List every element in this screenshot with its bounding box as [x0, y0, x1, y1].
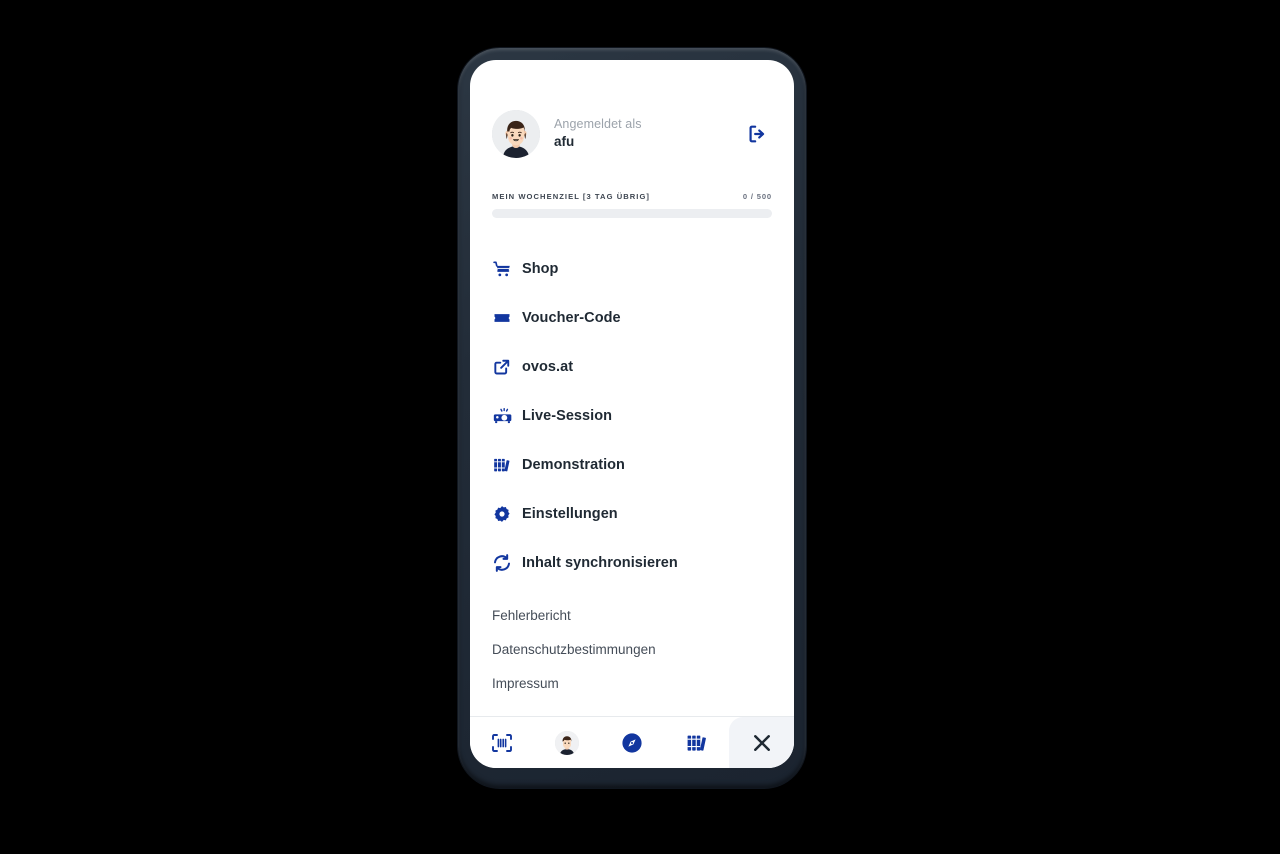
- close-icon: [753, 734, 770, 751]
- logout-button[interactable]: [742, 119, 772, 149]
- username: afu: [554, 134, 575, 150]
- weekly-goal-progressbar: [492, 209, 772, 218]
- legal-link-datenschutzbestimmungen[interactable]: Datenschutzbestimmungen: [470, 633, 794, 667]
- weekly-goal-label: MEIN WOCHENZIEL [3 TAG ÜBRIG]: [492, 192, 650, 201]
- legal-links: Fehlerbericht Datenschutzbestimmungen Im…: [470, 587, 794, 711]
- menu-item-demonstration[interactable]: Demonstration: [470, 440, 794, 489]
- phone-screen: Angemeldet als afu MEIN WOCHENZIEL [3 TA…: [470, 60, 794, 768]
- menu-item-label: Live-Session: [522, 407, 613, 424]
- nav-button-close[interactable]: [729, 717, 794, 768]
- sync-icon: [492, 551, 522, 575]
- menu-item-label: Einstellungen: [522, 505, 618, 522]
- ticket-icon: [492, 306, 522, 330]
- menu-item-ovos-at[interactable]: ovos.at: [470, 342, 794, 391]
- weekly-goal-count: 0 / 500: [742, 192, 772, 201]
- legal-link-impressum[interactable]: Impressum: [470, 667, 794, 701]
- menu-item-live-session[interactable]: Live-Session: [470, 391, 794, 440]
- avatar-icon: [555, 730, 580, 755]
- projector-icon: [492, 404, 522, 428]
- nav-button-library[interactable]: [664, 717, 729, 768]
- compass-icon: [622, 732, 642, 753]
- external-link-icon: [492, 355, 522, 379]
- menu-item-shop[interactable]: Shop: [470, 244, 794, 293]
- main-menu: Shop Voucher-Code ovos.at Live-Session D…: [470, 218, 794, 716]
- barcode-scan-icon: [492, 733, 513, 752]
- nav-button-profile[interactable]: [535, 717, 600, 768]
- weekly-goal-section: MEIN WOCHENZIEL [3 TAG ÜBRIG] 0 / 500: [470, 170, 794, 218]
- gear-icon: [492, 502, 522, 526]
- legal-link-fehlerbericht[interactable]: Fehlerbericht: [470, 599, 794, 633]
- menu-item-voucher-code[interactable]: Voucher-Code: [470, 293, 794, 342]
- menu-item-label: Voucher-Code: [522, 309, 621, 326]
- logged-in-label: Angemeldet als: [554, 116, 642, 131]
- menu-item-inhalt-synchronisieren[interactable]: Inhalt synchronisieren: [470, 538, 794, 587]
- user-avatar-icon: [492, 110, 540, 158]
- menu-item-label: ovos.at: [522, 358, 574, 375]
- books-icon: [687, 735, 706, 751]
- bottom-navigation-bar: [470, 716, 794, 768]
- menu-item-label: Inhalt synchronisieren: [522, 554, 678, 571]
- account-text: Angemeldet als afu: [554, 117, 742, 152]
- logout-icon: [749, 125, 765, 143]
- nav-button-explore[interactable]: [600, 717, 665, 768]
- menu-item-label: Demonstration: [522, 456, 625, 473]
- shopping-cart-icon: [492, 257, 522, 281]
- screenshot-canvas: Angemeldet als afu MEIN WOCHENZIEL [3 TA…: [0, 0, 1280, 854]
- nav-button-scan[interactable]: [470, 717, 535, 768]
- menu-item-label: Shop: [522, 260, 559, 277]
- menu-item-einstellungen[interactable]: Einstellungen: [470, 489, 794, 538]
- avatar[interactable]: [492, 110, 540, 158]
- weekly-goal-row: MEIN WOCHENZIEL [3 TAG ÜBRIG] 0 / 500: [492, 192, 772, 201]
- account-header: Angemeldet als afu: [470, 60, 794, 170]
- books-icon: [492, 453, 522, 477]
